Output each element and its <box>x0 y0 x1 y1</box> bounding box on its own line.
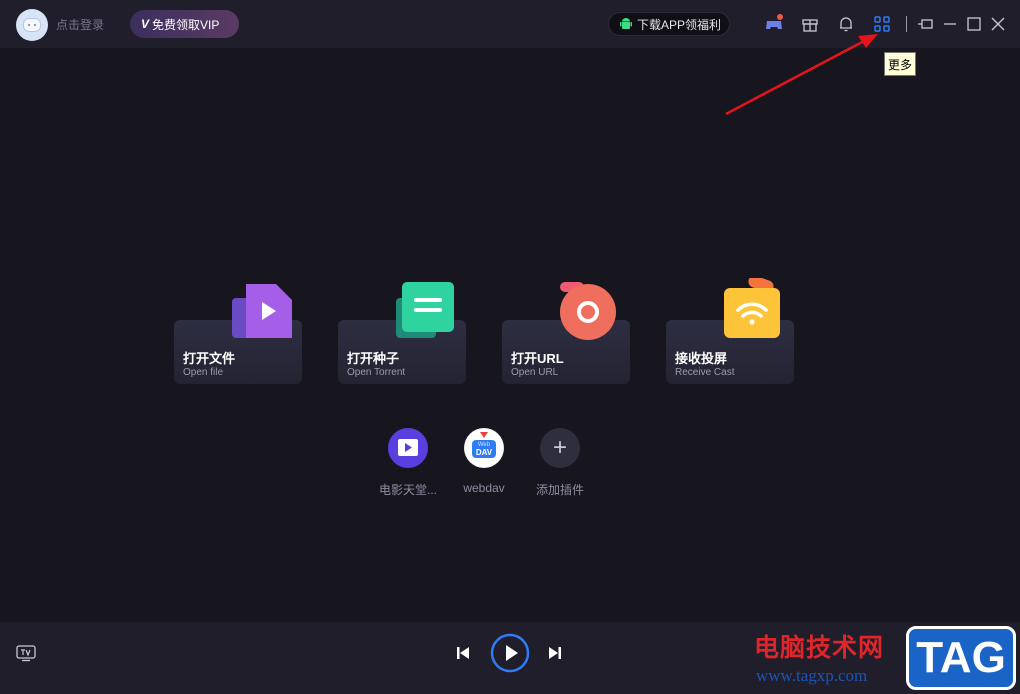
webdav-icon: Web DAV <box>464 428 504 468</box>
title-bar: 点击登录 V 免费领取VIP 下载APP领福利 <box>0 0 1020 48</box>
watermark-logo: TAG <box>906 626 1016 690</box>
play-icon[interactable] <box>490 633 530 673</box>
login-link[interactable]: 点击登录 <box>56 16 104 33</box>
open-url-icon <box>560 282 616 340</box>
next-icon[interactable] <box>546 644 564 662</box>
minimize-icon[interactable] <box>940 14 960 34</box>
avatar[interactable] <box>16 9 48 41</box>
free-vip-label: 免费领取VIP <box>152 17 220 32</box>
download-app-label: 下载APP领福利 <box>637 17 722 32</box>
play-screen-icon <box>388 428 428 468</box>
card-title: 打开种子 <box>347 351 400 366</box>
watermark-text: 电脑技术网 <box>754 634 885 662</box>
android-icon <box>620 18 632 29</box>
more-grid-icon[interactable] <box>872 14 892 34</box>
card-subtitle: Open Torrent <box>347 367 406 378</box>
plugin-label: 添加插件 <box>535 483 584 497</box>
watermark-url: www.tagxp.com <box>756 666 868 685</box>
bell-icon[interactable] <box>836 14 856 34</box>
webdav-icon-text-big: DAV <box>475 448 493 457</box>
close-icon[interactable] <box>988 14 1008 34</box>
open-torrent-icon <box>396 282 454 338</box>
more-tooltip: 更多 <box>884 52 916 76</box>
card-title: 打开文件 <box>183 351 236 366</box>
card-title: 接收投屏 <box>675 351 728 366</box>
add-plugin-button[interactable]: + 添加插件 <box>530 428 590 498</box>
plugin-webdav[interactable]: Web DAV webdav <box>454 428 514 495</box>
plus-icon: + <box>540 428 580 468</box>
plugin-label: 电影天堂... <box>378 483 437 497</box>
pin-icon[interactable] <box>916 14 936 34</box>
card-subtitle: Open URL <box>511 367 559 378</box>
avatar-face-icon <box>23 18 41 32</box>
download-app-button[interactable]: 下载APP领福利 <box>608 12 730 36</box>
maximize-icon[interactable] <box>964 14 984 34</box>
card-subtitle: Receive Cast <box>675 367 735 378</box>
open-file-icon <box>232 284 292 338</box>
plugin-movie-paradise[interactable]: 电影天堂... <box>378 428 438 498</box>
titlebar-separator <box>906 16 907 32</box>
game-icon[interactable] <box>764 14 784 34</box>
receive-cast-icon <box>724 278 780 338</box>
previous-icon[interactable] <box>454 644 472 662</box>
free-vip-button[interactable]: V 免费领取VIP <box>130 10 239 38</box>
vip-icon: V <box>141 17 150 31</box>
gift-icon[interactable] <box>800 14 820 34</box>
tv-icon[interactable] <box>16 644 36 662</box>
card-title: 打开URL <box>511 351 564 366</box>
card-subtitle: Open file <box>183 367 224 378</box>
plugin-label: webdav <box>463 481 505 495</box>
